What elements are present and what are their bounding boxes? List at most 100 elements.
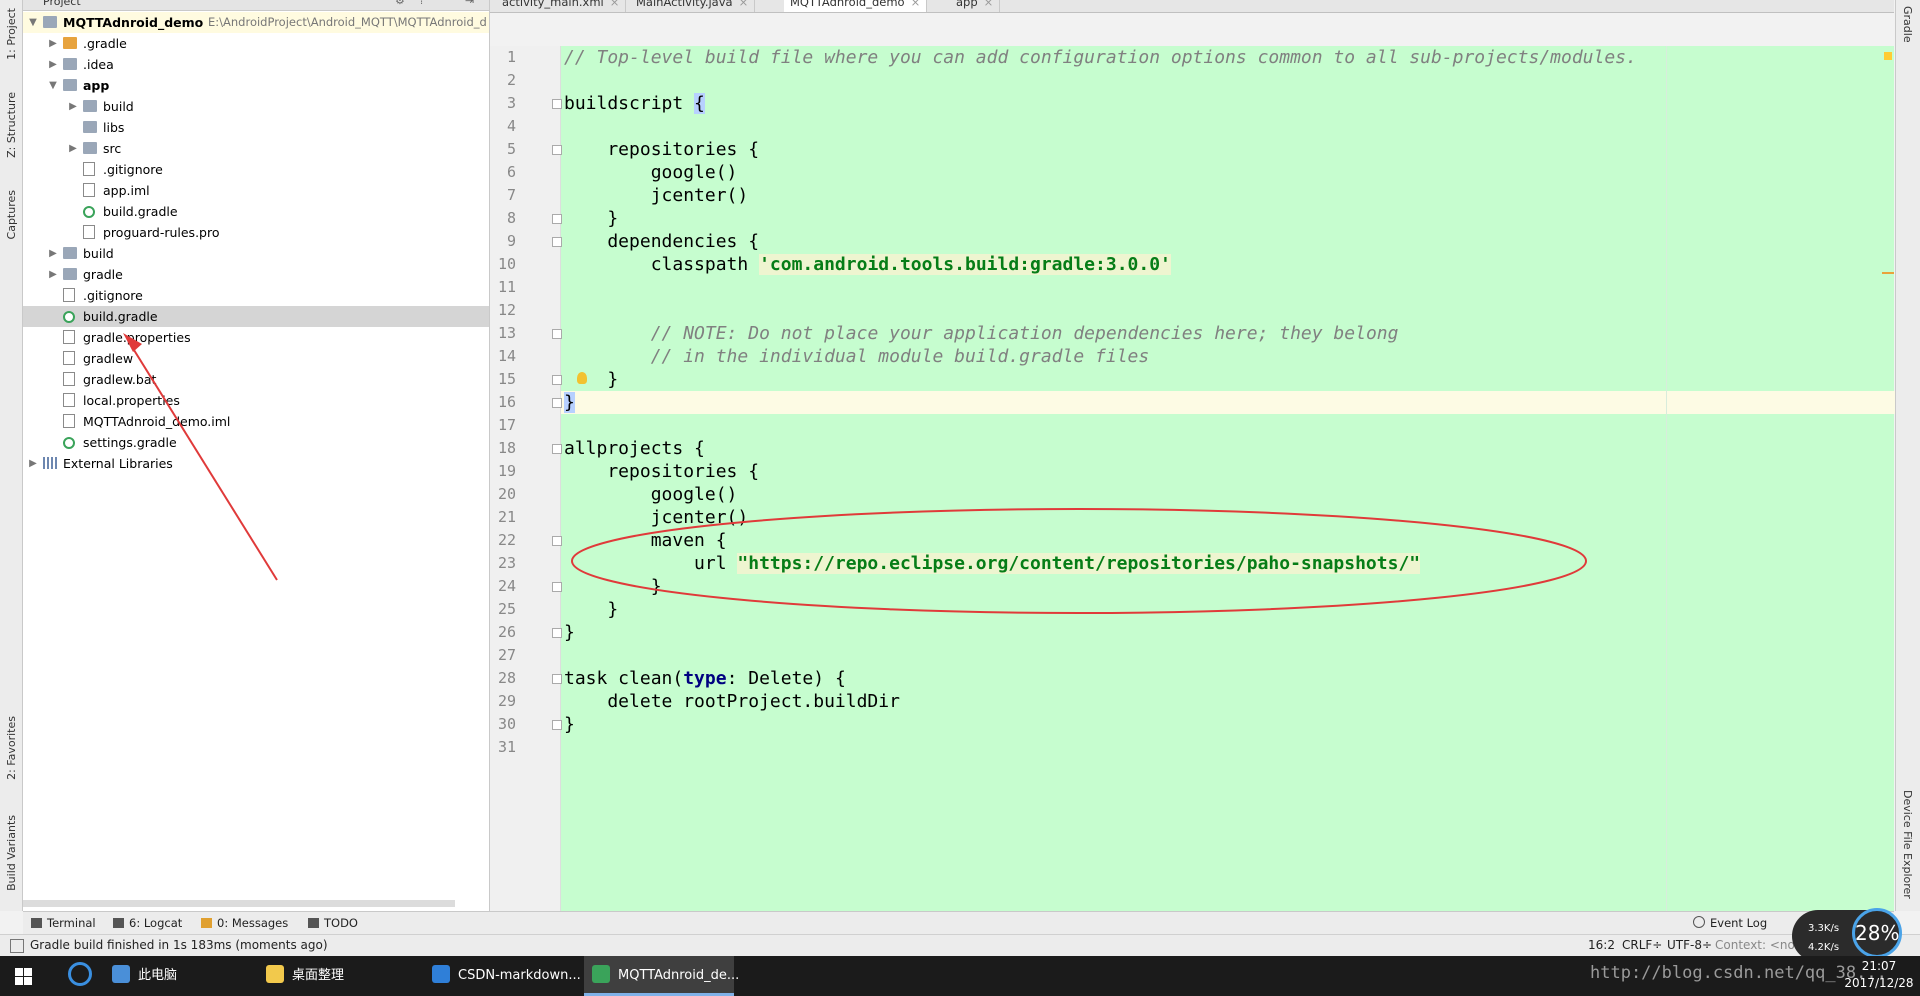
tree-item[interactable]: proguard-rules.pro — [23, 222, 489, 243]
code-line[interactable]: maven { — [561, 529, 1897, 552]
code-line[interactable]: repositories { — [561, 460, 1897, 483]
error-stripe-marker[interactable] — [1882, 272, 1894, 274]
close-icon[interactable]: × — [911, 0, 921, 9]
code-line[interactable]: allprojects { — [561, 437, 1897, 460]
code-line[interactable]: } — [561, 207, 1897, 230]
expanded-arrow-icon[interactable]: ▼ — [27, 12, 39, 33]
fold-marker-icon[interactable] — [552, 674, 562, 684]
close-icon[interactable]: × — [984, 0, 994, 9]
taskbar-app[interactable]: 桌面整理 — [258, 956, 418, 996]
expanded-arrow-icon[interactable]: ▼ — [47, 75, 59, 96]
terminal-button[interactable]: Terminal — [31, 916, 96, 930]
collapsed-arrow-icon[interactable]: ▶ — [47, 264, 59, 285]
messages-button[interactable]: 0: Messages — [201, 916, 288, 930]
code-line[interactable]: } — [561, 621, 1897, 644]
code-line[interactable]: // in the individual module build.gradle… — [561, 345, 1897, 368]
tree-item[interactable]: gradlew — [23, 348, 489, 369]
collapsed-arrow-icon[interactable]: ▶ — [27, 453, 39, 474]
code-line[interactable] — [561, 414, 1897, 437]
horizontal-scrollbar[interactable] — [23, 900, 455, 907]
fold-marker-icon[interactable] — [552, 145, 562, 155]
fold-marker-icon[interactable] — [552, 329, 562, 339]
tree-item[interactable]: gradle.properties — [23, 327, 489, 348]
event-log-button[interactable]: Event Log — [1693, 916, 1767, 930]
tree-item[interactable]: local.properties — [23, 390, 489, 411]
todo-button[interactable]: TODO — [308, 916, 358, 930]
tree-item[interactable]: settings.gradle — [23, 432, 489, 453]
logcat-button[interactable]: 6: Logcat — [113, 916, 182, 930]
collapsed-arrow-icon[interactable]: ▶ — [47, 33, 59, 54]
tab-favorites[interactable]: 2: Favorites — [0, 708, 22, 788]
settings-gear-icon[interactable]: ⚙ — [395, 0, 405, 7]
code-line[interactable]: jcenter() — [561, 506, 1897, 529]
tree-item[interactable]: app.iml — [23, 180, 489, 201]
code-line[interactable]: url "https://repo.eclipse.org/content/re… — [561, 552, 1897, 575]
editor-tab[interactable]: MQTTAdnroid_demo × — [784, 0, 928, 12]
tree-item[interactable]: ▶ .gradle — [23, 33, 489, 54]
tree-item[interactable]: gradlew.bat — [23, 369, 489, 390]
tree-item[interactable]: MQTTAdnroid_demo.iml — [23, 411, 489, 432]
search-button[interactable] — [60, 956, 100, 996]
code-line[interactable]: } — [561, 713, 1897, 736]
fold-marker-icon[interactable] — [552, 99, 562, 109]
close-icon[interactable]: × — [610, 0, 620, 9]
code-line[interactable]: repositories { — [561, 138, 1897, 161]
code-line[interactable]: delete rootProject.buildDir — [561, 690, 1897, 713]
code-line[interactable]: // NOTE: Do not place your application d… — [561, 322, 1897, 345]
editor-tab[interactable]: MainActivity.java × — [630, 0, 756, 12]
code-editor[interactable]: // Top-level build file where you can ad… — [561, 46, 1897, 911]
collapsed-arrow-icon[interactable]: ▶ — [47, 54, 59, 75]
code-line[interactable]: google() — [561, 161, 1897, 184]
code-line[interactable] — [561, 115, 1897, 138]
file-encoding[interactable]: UTF-8÷ — [1667, 938, 1712, 952]
code-line[interactable] — [561, 69, 1897, 92]
tab-gradle[interactable]: Gradle — [1901, 6, 1914, 43]
warning-stripe-marker[interactable] — [1884, 52, 1892, 60]
collapsed-arrow-icon[interactable]: ▶ — [67, 138, 79, 159]
collapse-icon[interactable]: ⇡ — [417, 0, 426, 7]
collapsed-arrow-icon[interactable]: ▶ — [47, 243, 59, 264]
status-toggle-icon[interactable] — [10, 939, 24, 953]
tree-item[interactable]: ▼ MQTTAdnroid_demo E:\AndroidProject\Andro… — [23, 12, 489, 33]
tree-item[interactable]: ▶ src — [23, 138, 489, 159]
lightbulb-icon[interactable] — [577, 372, 587, 384]
editor-tab[interactable]: activity_main.xml × — [496, 0, 627, 12]
tab-project[interactable]: 1: Project — [0, 4, 22, 64]
editor-tab[interactable]: app × — [950, 0, 1001, 12]
code-line[interactable] — [561, 644, 1897, 667]
fold-marker-icon[interactable] — [552, 375, 562, 385]
system-clock[interactable]: 21:07 2017/12/28 — [1844, 958, 1914, 992]
tree-item[interactable]: build.gradle — [23, 201, 489, 222]
code-line[interactable]: task clean(type: Delete) { — [561, 667, 1897, 690]
fold-marker-icon[interactable] — [552, 214, 562, 224]
fold-marker-icon[interactable] — [552, 628, 562, 638]
code-line[interactable]: // Top-level build file where you can ad… — [561, 46, 1897, 69]
code-line[interactable]: } — [561, 598, 1897, 621]
code-line[interactable]: buildscript { — [561, 92, 1897, 115]
fold-marker-icon[interactable] — [552, 444, 562, 454]
taskbar-app[interactable]: 此电脑 — [104, 956, 254, 996]
taskbar-app[interactable]: CSDN-markdown... — [424, 956, 581, 996]
fold-marker-icon[interactable] — [552, 582, 562, 592]
fold-marker-icon[interactable] — [552, 720, 562, 730]
code-line[interactable]: } — [561, 368, 1897, 391]
hide-panel-icon[interactable]: ⇥ — [465, 0, 474, 7]
code-line[interactable]: google() — [561, 483, 1897, 506]
code-line[interactable]: classpath 'com.android.tools.build:gradl… — [561, 253, 1897, 276]
tree-item[interactable]: ▼ app — [23, 75, 489, 96]
tab-captures[interactable]: Captures — [0, 180, 22, 250]
close-icon[interactable]: × — [739, 0, 749, 9]
collapsed-arrow-icon[interactable]: ▶ — [67, 96, 79, 117]
tree-item[interactable]: .gitignore — [23, 159, 489, 180]
code-line[interactable]: } — [561, 575, 1897, 598]
tree-item[interactable]: libs — [23, 117, 489, 138]
code-line[interactable] — [561, 736, 1897, 759]
tree-item[interactable]: ▶ build — [23, 243, 489, 264]
code-line[interactable]: jcenter() — [561, 184, 1897, 207]
fold-marker-icon[interactable] — [552, 536, 562, 546]
fold-marker-icon[interactable] — [552, 398, 562, 408]
tree-item[interactable]: ▶ External Libraries — [23, 453, 489, 474]
taskbar-app[interactable]: MQTTAdnroid_de... — [584, 956, 739, 996]
tab-structure[interactable]: Z: Structure — [0, 80, 22, 170]
tree-item[interactable]: ▶ gradle — [23, 264, 489, 285]
